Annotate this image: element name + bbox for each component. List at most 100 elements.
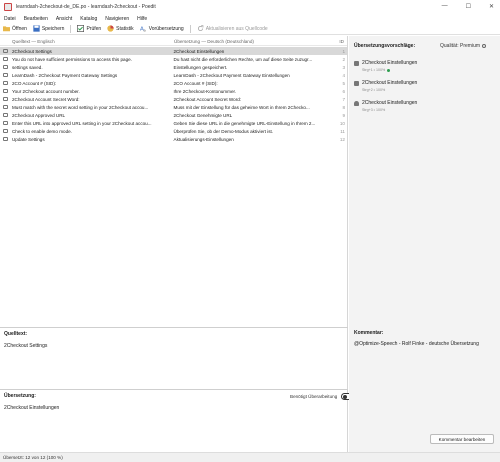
toggle-knob	[343, 395, 348, 399]
source-text-label: Quelltext:	[4, 331, 28, 337]
entry-status-icon	[0, 65, 12, 69]
entry-status-icon	[0, 137, 12, 141]
suggestion-meta: Strg+3 • 100%	[362, 108, 386, 112]
source-cell: settings saved.	[11, 64, 43, 70]
open-button[interactable]: Öffnen	[3, 25, 27, 32]
table-row[interactable]: You do not have sufficient permissions t…	[0, 55, 347, 63]
translation-label: Übersetzung:	[4, 393, 36, 399]
source-column-header[interactable]: Quelltext — Englisch	[0, 39, 170, 44]
menu-navigate[interactable]: Navigieren	[105, 16, 129, 22]
translation-cell: LearnDash - 2Checkout Payment Gateway Ei…	[173, 72, 290, 78]
update-from-source-label: Aktualisieren aus Quellcode	[205, 25, 268, 32]
title-bar: learndash-2checkout-de_DE.po - learndash…	[0, 0, 500, 14]
table-row[interactable]: settings saved. Einstellungen gespeichert…	[0, 63, 347, 71]
poedit-app-icon	[4, 3, 12, 11]
id-cell: 12	[339, 136, 345, 142]
menu-view[interactable]: Ansicht	[56, 16, 72, 22]
table-row[interactable]: 2CO Account # (SID): 2CO Account # (SID):…	[0, 79, 347, 87]
user-icon	[354, 100, 359, 106]
entry-status-icon	[0, 97, 12, 101]
refresh-icon	[197, 25, 204, 32]
source-cell: 2Checkout Approved URL	[11, 112, 66, 118]
svg-text:a: a	[143, 28, 145, 32]
translation-input[interactable]: 2Checkout Einstellungen	[4, 405, 59, 411]
pane-splitter[interactable]	[0, 327, 348, 328]
id-cell: 9	[342, 112, 345, 118]
maximize-button[interactable]: ☐	[466, 3, 471, 10]
update-from-source-button[interactable]: Aktualisieren aus Quellcode	[197, 25, 268, 32]
id-cell: 11	[340, 128, 345, 134]
source-cell: Enter this URL into approved URL setting…	[11, 120, 152, 126]
translation-cell: Geben Sie diese URL in die genehmigte UR…	[173, 120, 316, 126]
entry-status-icon	[0, 49, 12, 53]
id-cell: 5	[342, 80, 345, 86]
id-column-header[interactable]: ID	[334, 39, 346, 44]
window-title: learndash-2checkout-de_DE.po - learndash…	[16, 4, 156, 10]
minimize-button[interactable]: —	[442, 3, 448, 10]
id-cell: 6	[342, 88, 345, 94]
source-cell: Your 2Checkout account number.	[11, 88, 80, 94]
toolbar-separator-2	[189, 24, 191, 33]
table-row[interactable]: Must match with the secret word setting …	[0, 103, 347, 111]
needs-work-label: Benötigt Überarbeitung	[290, 394, 338, 399]
table-row[interactable]: 2Checkout Account Secret Word: 2Checkout …	[0, 95, 347, 103]
table-row[interactable]: Update Settings Aktualisierungs-Einstellu…	[0, 135, 347, 143]
folder-icon	[3, 26, 10, 32]
source-cell: Must match with the secret word setting …	[11, 104, 149, 110]
source-cell: 2Checkout Account Secret Word:	[11, 96, 80, 102]
comment-heading: Kommentar:	[354, 330, 384, 336]
menu-catalog[interactable]: Katalog	[80, 16, 97, 22]
entry-status-icon	[0, 129, 12, 133]
menu-edit[interactable]: Bearbeiten	[24, 16, 48, 22]
source-cell: Check to enable demo mode.	[11, 128, 72, 134]
translation-memory-icon	[354, 80, 359, 86]
table-row[interactable]: 2Checkout Settings 2Checkout Einstellunge…	[0, 47, 347, 55]
suggestion-meta: Strg+2 • 100%	[362, 88, 386, 92]
source-cell: Update Settings	[11, 136, 45, 142]
suggestion-text: 2Checkout Einstellungen	[362, 80, 418, 86]
save-button[interactable]: Speichern	[33, 25, 64, 32]
table-row[interactable]: 2Checkout Approved URL 2Checkout Genehmig…	[0, 111, 347, 119]
translation-cell: Einstellungen gespeichert.	[173, 64, 228, 70]
entry-status-icon	[0, 105, 12, 109]
edit-comment-button[interactable]: Kommentar bearbeiten	[430, 434, 494, 444]
pretranslate-button[interactable]: Aa Vorübersetzung	[140, 25, 184, 33]
statistics-button[interactable]: Statistik	[107, 25, 134, 32]
quality-indicator[interactable]: Qualität: Premium	[440, 43, 487, 49]
pane-splitter-2[interactable]	[0, 389, 348, 390]
menu-help[interactable]: Hilfe	[137, 16, 147, 22]
suggestion-meta: Strg+1 • 100%	[362, 68, 386, 72]
table-row[interactable]: Enter this URL into approved URL setting…	[0, 119, 347, 127]
suggestion-text: 2Checkout Einstellungen	[362, 100, 418, 106]
validate-label: Prüfen	[86, 25, 102, 32]
toolbar: Öffnen Speichern Prüfen Statistik Aa Vor…	[0, 23, 500, 35]
suggestion-item[interactable]: 2Checkout Einstellungen Strg+3 • 100%	[354, 100, 494, 112]
translation-cell: 2Checkout Einstellungen	[173, 48, 225, 54]
save-icon	[33, 25, 40, 32]
table-row[interactable]: Your 2Checkout account number. Ihre 2Chec…	[0, 87, 347, 95]
id-cell: 2	[342, 56, 345, 62]
id-cell: 3	[342, 64, 345, 70]
table-row[interactable]: LearnDash - 2Checkout Payment Gateway Se…	[0, 71, 347, 79]
suggestion-item[interactable]: 2Checkout Einstellungen Strg+1 • 100%	[354, 60, 494, 72]
statistics-label: Statistik	[116, 25, 134, 32]
comment-text: @Optimize-Speech - Rolf Finke - deutsche…	[354, 341, 479, 347]
list-header: Quelltext — Englisch Übersetzung — Deuts…	[0, 38, 347, 46]
quality-label: Qualität: Premium	[440, 43, 481, 49]
id-cell: 7	[342, 96, 345, 102]
table-row[interactable]: Check to enable demo mode. Überprüfen Sie…	[0, 127, 347, 135]
translation-column-header[interactable]: Übersetzung — Deutsch (Deutschland)	[170, 39, 334, 44]
translation-cell: Ihre 2Checkout-Kontonummer.	[173, 88, 237, 94]
source-text-content: 2Checkout Settings	[4, 343, 48, 349]
window-controls: — ☐ ✕	[442, 3, 494, 10]
entry-status-icon	[0, 113, 12, 117]
suggestion-text: 2Checkout Einstellungen	[362, 60, 418, 66]
id-cell: 4	[342, 72, 345, 78]
source-cell: LearnDash - 2Checkout Payment Gateway Se…	[11, 72, 118, 78]
menu-file[interactable]: Datei	[4, 16, 16, 22]
close-button[interactable]: ✕	[489, 3, 494, 10]
id-cell: 10	[339, 120, 345, 126]
validate-button[interactable]: Prüfen	[77, 25, 101, 32]
suggestion-item[interactable]: 2Checkout Einstellungen Strg+2 • 100%	[354, 80, 494, 92]
pretranslate-label: Vorübersetzung	[148, 25, 184, 32]
